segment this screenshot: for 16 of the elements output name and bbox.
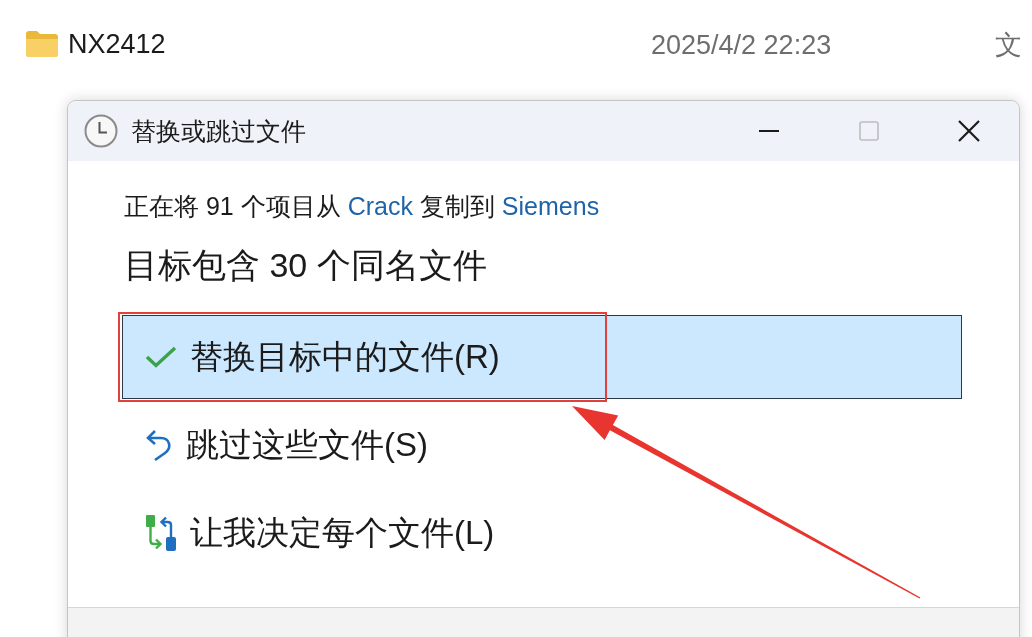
folder-name: NX2412 [68,28,166,60]
undo-arrow-icon [145,429,173,461]
option-button[interactable]: 跳过这些文件(S) [122,403,962,487]
clock-icon [84,114,118,148]
destination-folder-link[interactable]: Siemens [501,192,600,220]
compare-arrows-icon [145,514,177,552]
window-title: 替换或跳过文件 [131,115,307,147]
check-icon [145,346,177,368]
option-button[interactable]: 让我决定每个文件(L) [122,491,962,575]
folder-icon [26,31,58,57]
copy-status-text: 正在将 91 个项目从 Crack 复制到 Siemens [124,191,600,222]
conflict-heading: 目标包含 30 个同名文件 [124,245,487,286]
option-button[interactable]: 替换目标中的文件(R) [122,315,962,399]
file-type: 文 [995,29,1023,62]
modified-date: 2025/4/2 22:23 [651,29,833,61]
source-folder-link[interactable]: Crack [347,192,413,220]
